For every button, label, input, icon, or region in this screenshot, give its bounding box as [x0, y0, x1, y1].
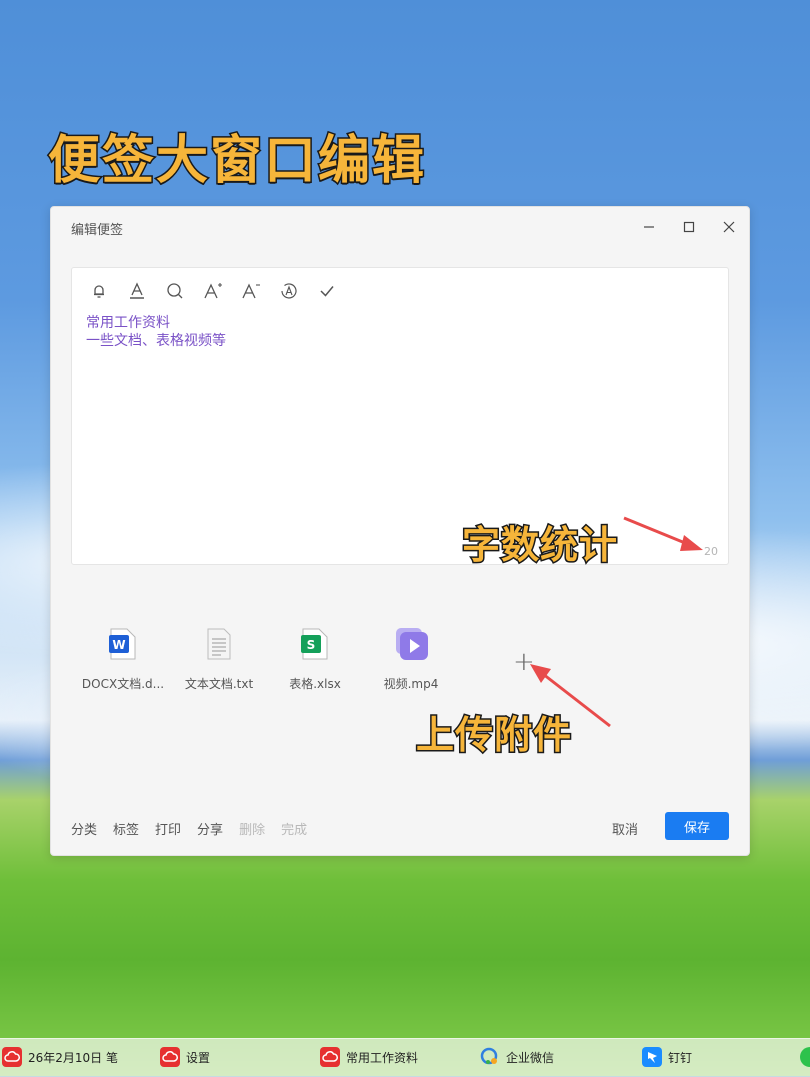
font-color-button[interactable] — [126, 280, 148, 302]
footer-actions: 分类 标签 打印 分享 删除 完成 — [71, 819, 307, 838]
auto-format-button[interactable] — [278, 280, 300, 302]
video-icon — [395, 627, 428, 661]
search-icon — [167, 283, 183, 299]
cloud-note-icon — [320, 1047, 340, 1067]
attachment-list: W DOCX文档.d... 文本文档.txt S 表格.xlsx 视频.mp4 — [75, 627, 459, 692]
attachment-name: DOCX文档.d... — [81, 677, 165, 691]
done-check-button[interactable] — [316, 280, 338, 302]
close-button[interactable] — [717, 215, 741, 239]
decrease-font-button[interactable] — [240, 280, 262, 302]
minimize-button[interactable] — [637, 215, 661, 239]
taskbar-item[interactable]: 26年2月10日 笔 — [2, 1047, 118, 1067]
wechat-icon[interactable] — [800, 1047, 810, 1067]
wecom-icon — [480, 1047, 500, 1067]
note-line: 常用工作资料 — [86, 315, 170, 331]
taskbar-label: 钉钉 — [668, 1050, 693, 1065]
note-content[interactable]: 常用工作资料 一些文档、表格视频等 — [86, 314, 226, 350]
attachment-name: 视频.mp4 — [383, 677, 439, 691]
auto-format-icon — [281, 283, 297, 299]
note-editor[interactable]: 常用工作资料 一些文档、表格视频等 20 — [71, 267, 729, 565]
delete-button[interactable]: 删除 — [239, 819, 265, 838]
print-button[interactable]: 打印 — [155, 819, 181, 838]
reminder-button[interactable] — [88, 280, 110, 302]
word-count: 20 — [704, 545, 718, 558]
taskbar-item[interactable]: 企业微信 — [480, 1047, 554, 1067]
taskbar-label: 设置 — [186, 1050, 211, 1065]
dingtalk-icon — [642, 1047, 662, 1067]
bell-icon — [94, 285, 104, 298]
taskbar-label: 常用工作资料 — [346, 1050, 419, 1065]
font-color-icon — [130, 282, 144, 299]
search-button[interactable] — [164, 280, 186, 302]
maximize-icon — [683, 221, 695, 233]
cloud-note-icon — [2, 1047, 22, 1067]
taskbar: 26年2月10日 笔 设置 常用工作资料 企业微信 钉钉 — [0, 1038, 810, 1077]
attachment-item[interactable]: 视频.mp4 — [363, 627, 459, 692]
taskbar-label: 企业微信 — [506, 1050, 555, 1065]
svg-text:W: W — [112, 638, 125, 652]
close-icon — [723, 221, 735, 233]
minimize-icon — [644, 226, 654, 228]
complete-button[interactable]: 完成 — [281, 819, 307, 838]
svg-text:S: S — [307, 638, 316, 652]
window-title: 编辑便签 — [71, 223, 124, 238]
format-toolbar — [88, 280, 338, 302]
attachment-name: 表格.xlsx — [289, 677, 341, 691]
increase-font-button[interactable] — [202, 280, 224, 302]
add-attachment-button[interactable]: + — [513, 647, 535, 677]
taskbar-item[interactable]: 设置 — [160, 1047, 210, 1067]
attachment-item[interactable]: W DOCX文档.d... — [75, 627, 171, 692]
taskbar-item[interactable]: 钉钉 — [642, 1047, 692, 1067]
spreadsheet-icon: S — [299, 627, 331, 661]
check-icon — [320, 286, 334, 297]
text-file-icon — [203, 627, 235, 661]
attachment-item[interactable]: 文本文档.txt — [171, 627, 267, 692]
attachment-name: 文本文档.txt — [184, 677, 254, 691]
save-button[interactable]: 保存 — [665, 812, 729, 840]
taskbar-item[interactable]: 常用工作资料 — [320, 1047, 418, 1067]
share-button[interactable]: 分享 — [197, 819, 223, 838]
word-count-callout: 字数统计 — [460, 522, 619, 569]
headline: 便签大窗口编辑 — [46, 130, 427, 193]
category-button[interactable]: 分类 — [71, 819, 97, 838]
upload-callout: 上传附件 — [414, 712, 573, 759]
font-decrease-icon — [242, 283, 260, 299]
word-icon: W — [107, 627, 139, 661]
note-editor-window: 编辑便签 常用工作资料 一些文档、表格视频等 20 W DOCX文档.d... … — [50, 206, 750, 856]
cloud-note-icon — [160, 1047, 180, 1067]
note-line: 一些文档、表格视频等 — [86, 333, 226, 349]
cancel-button[interactable]: 取消 — [612, 819, 638, 838]
attachment-item[interactable]: S 表格.xlsx — [267, 627, 363, 692]
taskbar-label: 26年2月10日 笔 — [28, 1050, 118, 1065]
tag-button[interactable]: 标签 — [113, 819, 139, 838]
maximize-button[interactable] — [677, 215, 701, 239]
font-increase-icon — [204, 283, 222, 299]
